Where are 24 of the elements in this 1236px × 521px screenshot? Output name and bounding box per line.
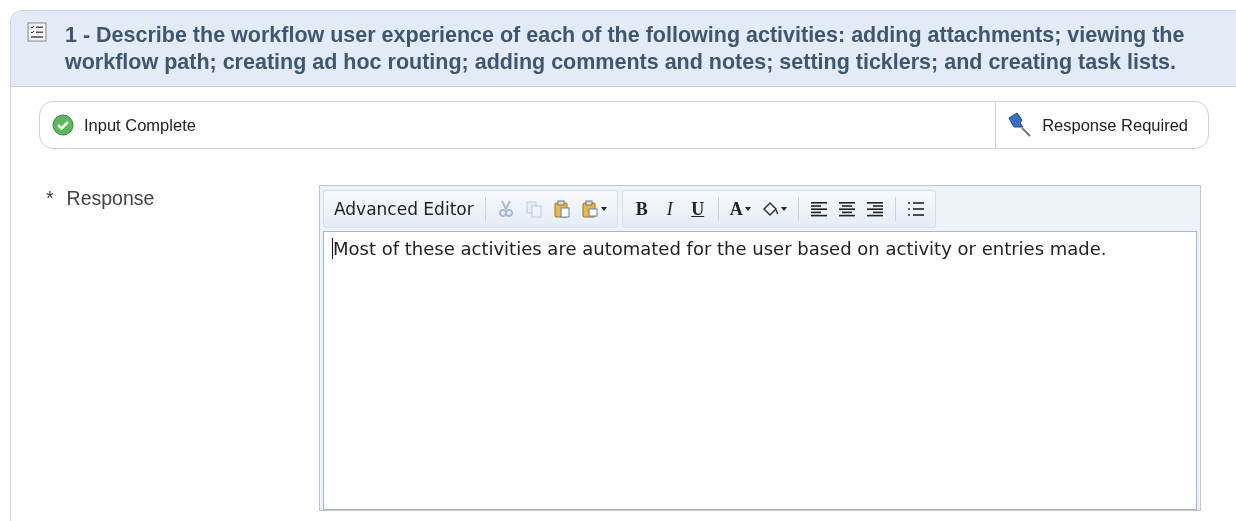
font-color-button[interactable]: A <box>725 194 755 224</box>
copy-icon <box>524 200 543 218</box>
question-title: 1 - Describe the workflow user experience of each of the following activities: adding attachments; viewing the workflow path; creating ad hoc routing; adding comments and notes; setting ticklers; and creating task lists. <box>65 22 1186 76</box>
response-text-area[interactable]: Most of these activities are automated for the user based on activity or entries made. <box>323 231 1197 510</box>
italic-button[interactable]: I <box>656 194 683 224</box>
checklist-icon <box>27 22 47 42</box>
caret-icon <box>744 207 751 211</box>
paint-bucket-icon <box>760 200 779 218</box>
align-right-icon <box>865 200 884 218</box>
clipboard-icon <box>552 200 571 218</box>
align-center-icon <box>837 200 856 218</box>
field-label: Response <box>66 187 155 211</box>
status-label: Response Required <box>1042 115 1188 135</box>
required-mark: * <box>46 187 54 211</box>
caret-icon <box>600 207 607 211</box>
align-left-icon <box>809 200 828 218</box>
underline-button[interactable]: U <box>684 194 711 224</box>
clipboard-icon <box>580 200 599 218</box>
advanced-editor-button[interactable]: Advanced Editor <box>330 194 478 224</box>
bold-button[interactable]: B <box>628 194 655 224</box>
bullet-list-icon <box>906 200 925 218</box>
status-label: Input Complete <box>84 115 196 135</box>
caret-icon <box>780 207 787 211</box>
scissors-icon <box>496 200 515 218</box>
